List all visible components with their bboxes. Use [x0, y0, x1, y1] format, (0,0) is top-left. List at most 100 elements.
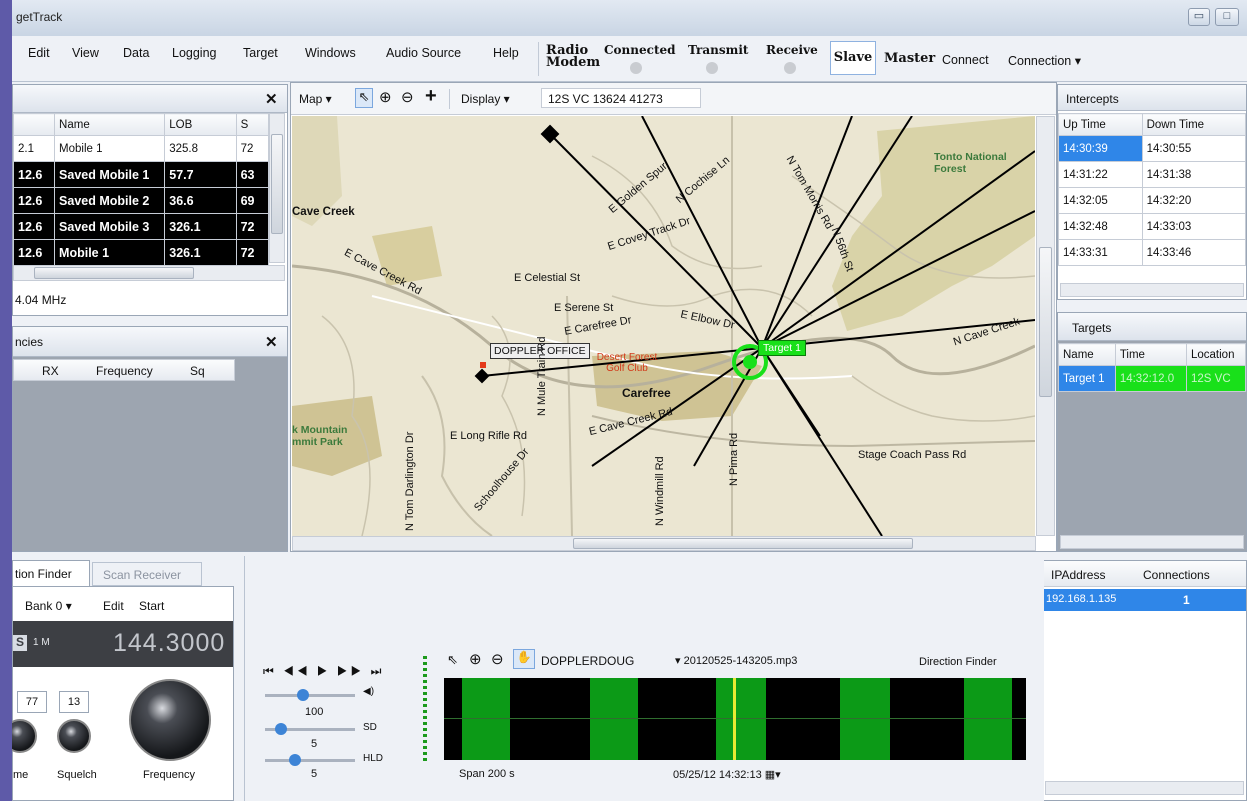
crosshair-icon[interactable]: + [425, 85, 437, 108]
frequencies-header-row: RX Frequency Sq [13, 359, 235, 381]
table-row[interactable]: Target 1 14:32:12.0 12S VC [1058, 365, 1246, 392]
start-button[interactable]: Start [139, 599, 164, 613]
waveform-pointer-icon[interactable]: ⇖ [447, 652, 458, 668]
playhead[interactable] [733, 678, 736, 760]
scroll-thumb[interactable] [1039, 247, 1052, 397]
menu-edit[interactable]: Edit [28, 46, 50, 60]
menu-audio-source[interactable]: Audio Source [386, 46, 461, 60]
frequency-value: 144.3000 [113, 629, 226, 657]
map-hscrollbar[interactable] [292, 536, 1036, 551]
scroll-thumb[interactable] [573, 538, 913, 549]
col-rx[interactable]: RX [42, 364, 59, 378]
datetime-picker[interactable]: 05/25/12 14:32:13 ▦▾ [673, 768, 781, 781]
menu-view[interactable]: View [72, 46, 99, 60]
slider-thumb[interactable] [297, 689, 309, 701]
source-select[interactable]: DOPPLERDOUG [541, 654, 634, 668]
volume-knob[interactable] [12, 719, 37, 753]
squelch-value[interactable]: 13 [59, 691, 89, 713]
edit-button[interactable]: Edit [103, 599, 124, 613]
squelch-knob[interactable] [57, 719, 91, 753]
connections-header-row: IPAddress Connections [1043, 561, 1246, 587]
frequencies-panel: ncies ✕ RX Frequency Sq [12, 326, 288, 552]
col-sq[interactable]: Sq [190, 364, 205, 378]
col-target-time[interactable]: Time [1114, 343, 1188, 366]
frequency-knob[interactable] [129, 679, 211, 761]
close-icon[interactable]: ✕ [265, 90, 278, 108]
connection-dropdown[interactable]: Connection ▾ [1008, 53, 1081, 68]
mobiles-hscrollbar[interactable] [13, 265, 285, 281]
menu-data[interactable]: Data [123, 46, 149, 60]
table-row[interactable]: 14:32:48 14:33:03 [1058, 213, 1247, 240]
hand-icon[interactable]: ✋ [513, 649, 535, 669]
slider-track[interactable] [265, 694, 355, 697]
intercepts-title: Intercepts [1066, 92, 1119, 106]
col-up-time[interactable]: Up Time [1058, 113, 1143, 136]
table-row[interactable]: 14:31:22 14:31:38 [1058, 161, 1247, 188]
zoom-in-icon[interactable]: ⊕ [379, 88, 392, 106]
map-label-carefree: Carefree [622, 386, 671, 400]
master-button[interactable]: Master [884, 51, 935, 66]
map-label-cave-creek: Cave Creek [292, 206, 355, 218]
menu-windows[interactable]: Windows [305, 46, 356, 60]
maximize-button[interactable]: □ [1215, 8, 1239, 26]
slave-button[interactable]: Slave [830, 41, 876, 75]
intercepts-hscrollbar[interactable] [1060, 283, 1244, 297]
menu-target[interactable]: Target [243, 46, 278, 60]
col-lob[interactable]: LOB [164, 113, 237, 136]
bank-select[interactable]: Bank 0 ▾ [25, 599, 72, 613]
scroll-thumb[interactable] [34, 267, 194, 279]
table-row[interactable]: 12.6 Mobile 1 326.1 72 [12, 239, 270, 266]
table-row[interactable]: 2.1 Mobile 1 325.8 72 [12, 135, 270, 162]
minimize-button[interactable]: ▭ [1188, 8, 1210, 26]
waveform-zoom-out-icon[interactable]: ⊖ [491, 650, 504, 668]
map-vscrollbar[interactable] [1036, 116, 1055, 536]
slider-track[interactable] [265, 759, 355, 762]
slider-thumb[interactable] [275, 723, 287, 735]
file-select[interactable]: ▾ 20120525-143205.mp3 [675, 654, 797, 667]
col-frequency[interactable]: Frequency [96, 364, 153, 378]
table-row[interactable]: 14:32:05 14:32:20 [1058, 187, 1247, 214]
sd-label: SD [363, 722, 377, 733]
receive-label: Receive [766, 43, 818, 57]
table-row[interactable]: 14:30:39 14:30:55 [1058, 135, 1247, 162]
slider-thumb[interactable] [289, 754, 301, 766]
table-row[interactable]: 12.6 Saved Mobile 1 57.7 63 [12, 161, 270, 188]
close-icon[interactable]: ✕ [265, 333, 278, 351]
col-connections[interactable]: Connections [1143, 568, 1210, 582]
volume-value[interactable]: 77 [17, 691, 47, 713]
tab-direction-finder[interactable]: tion Finder [12, 560, 90, 586]
map-label-stagecoach: Stage Coach Pass Rd [858, 449, 967, 461]
tab-scan-receiver[interactable]: Scan Receiver [92, 562, 202, 586]
zoom-out-icon[interactable]: ⊖ [401, 88, 414, 106]
connect-button[interactable]: Connect [942, 53, 989, 67]
col-s[interactable]: S [235, 113, 270, 136]
menu-logging[interactable]: Logging [172, 46, 217, 60]
col-down-time[interactable]: Down Time [1141, 113, 1247, 136]
col-target-location[interactable]: Location [1186, 343, 1246, 366]
menu-help[interactable]: Help [493, 46, 519, 60]
table-row[interactable]: 14:33:31 14:33:46 [1058, 239, 1247, 266]
targets-hscrollbar[interactable] [1060, 535, 1244, 549]
col-name[interactable]: Name [54, 113, 166, 136]
slider-value-3: 5 [311, 768, 318, 780]
scroll-thumb[interactable] [271, 134, 283, 234]
connections-hscrollbar[interactable] [1045, 781, 1244, 795]
display-menu[interactable]: Display ▾ [461, 92, 510, 106]
table-row[interactable]: 12.6 Saved Mobile 2 36.6 69 [12, 187, 270, 214]
pointer-icon[interactable]: ⇖ [355, 88, 373, 108]
mobiles-vscrollbar[interactable] [269, 113, 285, 263]
mode-badge: S [13, 635, 27, 651]
col-target-name[interactable]: Name [1058, 343, 1116, 366]
intercepts-header: Intercepts [1058, 85, 1246, 111]
col-ipaddress[interactable]: IPAddress [1051, 568, 1105, 582]
table-row[interactable]: 192.168.1.135 1 [1043, 589, 1246, 611]
table-row[interactable]: 12.6 Saved Mobile 3 326.1 72 [12, 213, 270, 240]
frequency-readout: 4.04 MHz [15, 293, 67, 307]
signal-band [840, 678, 890, 760]
map-menu[interactable]: Map ▾ [299, 92, 332, 106]
waveform-zoom-in-icon[interactable]: ⊕ [469, 650, 482, 668]
transport-controls[interactable]: ⏮ ◀◀ ▶ ▶▶ ⏭ [263, 664, 384, 679]
map-label-target[interactable]: Target 1 [758, 340, 806, 356]
map-canvas[interactable]: Cave Creek DOPPLER OFFICE Carefree Deser… [292, 116, 1035, 536]
waveform-display[interactable] [444, 678, 1026, 760]
